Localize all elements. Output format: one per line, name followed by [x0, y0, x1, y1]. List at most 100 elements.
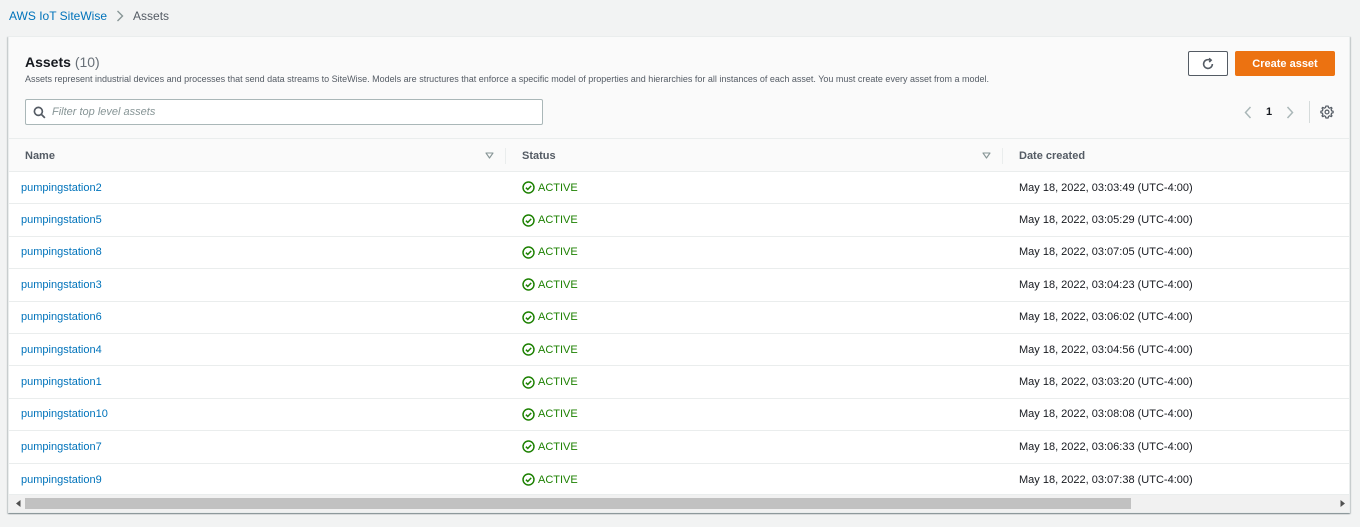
- status-badge: ACTIVE: [538, 473, 578, 486]
- panel-header: Assets (10) Assets represent industrial …: [9, 37, 1349, 139]
- cell-date-created: May 18, 2022, 03:04:23 (UTC-4:00): [1019, 278, 1193, 291]
- status-badge: ACTIVE: [538, 408, 578, 421]
- table-row: pumpingstation9 ACTIVE May 18, 2022, 03:07…: [9, 464, 1349, 496]
- asset-link[interactable]: pumpingstation7: [21, 441, 102, 453]
- prev-page-button[interactable]: [1237, 101, 1259, 123]
- breadcrumb-current: Assets: [133, 9, 170, 23]
- next-page-button[interactable]: [1279, 101, 1301, 123]
- table-row: pumpingstation7 ACTIVE May 18, 2022, 03:06…: [9, 431, 1349, 464]
- status-check-icon: [522, 375, 535, 389]
- cell-status: ACTIVE: [522, 302, 578, 333]
- assets-panel: Assets (10) Assets represent industrial …: [8, 36, 1350, 513]
- column-header-status[interactable]: Status: [522, 139, 994, 172]
- triangle-right-icon: [1340, 500, 1345, 507]
- breadcrumb: AWS IoT SiteWise Assets: [9, 8, 169, 24]
- chevron-right-icon: [116, 10, 124, 22]
- cell-name: pumpingstation7: [21, 431, 102, 462]
- cell-status: ACTIVE: [522, 269, 578, 300]
- status-check-icon: [522, 440, 535, 454]
- cell-date-created: May 18, 2022, 03:03:20 (UTC-4:00): [1019, 376, 1193, 389]
- status-badge: ACTIVE: [538, 311, 578, 324]
- pagination: 1: [1237, 101, 1338, 123]
- chevron-left-icon: [1244, 105, 1252, 119]
- cell-date-created: May 18, 2022, 03:05:29 (UTC-4:00): [1019, 214, 1193, 227]
- triangle-left-icon: [15, 500, 21, 507]
- asset-link[interactable]: pumpingstation4: [21, 344, 102, 356]
- column-label: Status: [522, 149, 556, 162]
- scrollbar-thumb[interactable]: [25, 498, 1131, 509]
- asset-link[interactable]: pumpingstation10: [21, 408, 108, 420]
- status-check-icon: [522, 311, 535, 324]
- status-check-icon: [522, 278, 535, 292]
- cell-name: pumpingstation9: [21, 464, 102, 496]
- asset-link[interactable]: pumpingstation6: [21, 311, 102, 323]
- preferences-button[interactable]: [1316, 101, 1338, 123]
- asset-count: (10): [74, 54, 100, 70]
- cell-status: ACTIVE: [522, 237, 578, 268]
- status-check-icon: [522, 343, 535, 356]
- panel-description: Assets represent industrial devices and …: [25, 74, 989, 84]
- cell-status: ACTIVE: [522, 399, 578, 430]
- breadcrumb-link-sitewise[interactable]: AWS IoT SiteWise: [9, 9, 107, 23]
- sort-icon: [982, 152, 991, 159]
- cell-status: ACTIVE: [522, 334, 578, 365]
- cell-date-created: May 18, 2022, 03:07:38 (UTC-4:00): [1019, 473, 1193, 486]
- status-check-icon: [522, 181, 535, 194]
- title-text: Assets: [25, 54, 71, 70]
- cell-status: ACTIVE: [522, 366, 578, 397]
- status-check-icon: [522, 473, 535, 486]
- asset-link[interactable]: pumpingstation1: [21, 376, 102, 388]
- cell-date-created: May 18, 2022, 03:07:05 (UTC-4:00): [1019, 246, 1193, 259]
- gear-icon: [1320, 105, 1334, 119]
- status-check-icon: [522, 408, 535, 421]
- table-row: pumpingstation10 ACTIVE May 18, 2022, 03:0…: [9, 399, 1349, 432]
- status-check-icon: [522, 246, 535, 259]
- table-row: pumpingstation3 ACTIVE May 18, 2022, 03:04…: [9, 269, 1349, 302]
- scroll-left-button[interactable]: [11, 495, 25, 512]
- status-badge: ACTIVE: [538, 440, 578, 453]
- table-body: pumpingstation2 ACTIVE May 18, 2022, 03:03…: [9, 172, 1349, 496]
- scroll-right-button[interactable]: [1335, 495, 1349, 512]
- asset-link[interactable]: pumpingstation9: [21, 474, 102, 486]
- table-row: pumpingstation5 ACTIVE May 18, 2022, 03:05…: [9, 204, 1349, 237]
- status-badge: ACTIVE: [538, 278, 578, 291]
- column-header-name[interactable]: Name: [25, 139, 497, 172]
- status-badge: ACTIVE: [538, 181, 578, 194]
- search-icon: [33, 106, 46, 119]
- table-row: pumpingstation4 ACTIVE May 18, 2022, 03:04…: [9, 334, 1349, 367]
- cell-name: pumpingstation5: [21, 204, 102, 235]
- cell-date-created: May 18, 2022, 03:04:56 (UTC-4:00): [1019, 343, 1193, 356]
- cell-name: pumpingstation3: [21, 269, 102, 300]
- asset-link[interactable]: pumpingstation8: [21, 246, 102, 258]
- page-number-button[interactable]: 1: [1259, 106, 1279, 118]
- create-asset-button[interactable]: Create asset: [1235, 51, 1335, 76]
- cell-date-created: May 18, 2022, 03:06:33 (UTC-4:00): [1019, 440, 1193, 453]
- page-title: Assets (10): [25, 54, 100, 70]
- search-box: [25, 99, 543, 125]
- cell-status: ACTIVE: [522, 431, 578, 462]
- table-row: pumpingstation1 ACTIVE May 18, 2022, 03:03…: [9, 366, 1349, 399]
- sort-icon: [485, 152, 494, 159]
- asset-link[interactable]: pumpingstation3: [21, 279, 102, 291]
- horizontal-scrollbar[interactable]: [9, 494, 1349, 512]
- cell-date-created: May 18, 2022, 03:06:02 (UTC-4:00): [1019, 311, 1193, 324]
- table-row: pumpingstation8 ACTIVE May 18, 2022, 03:07…: [9, 237, 1349, 270]
- cell-name: pumpingstation10: [21, 399, 108, 430]
- status-check-icon: [522, 213, 535, 227]
- status-badge: ACTIVE: [538, 376, 578, 389]
- pager-divider: [1309, 101, 1310, 123]
- refresh-button[interactable]: [1188, 51, 1228, 76]
- search-input[interactable]: [52, 100, 542, 124]
- status-badge: ACTIVE: [538, 246, 578, 259]
- column-label: Name: [25, 149, 55, 162]
- column-label: Date created: [1019, 149, 1086, 162]
- cell-status: ACTIVE: [522, 464, 578, 496]
- chevron-right-icon: [1286, 105, 1294, 119]
- assets-table: Name Status Date created pumpingstation2…: [9, 139, 1349, 496]
- column-header-date-created[interactable]: Date created: [1019, 139, 1319, 172]
- column-divider: [505, 148, 506, 164]
- asset-link[interactable]: pumpingstation2: [21, 182, 102, 194]
- cell-status: ACTIVE: [522, 172, 578, 203]
- status-badge: ACTIVE: [538, 343, 578, 356]
- asset-link[interactable]: pumpingstation5: [21, 214, 102, 226]
